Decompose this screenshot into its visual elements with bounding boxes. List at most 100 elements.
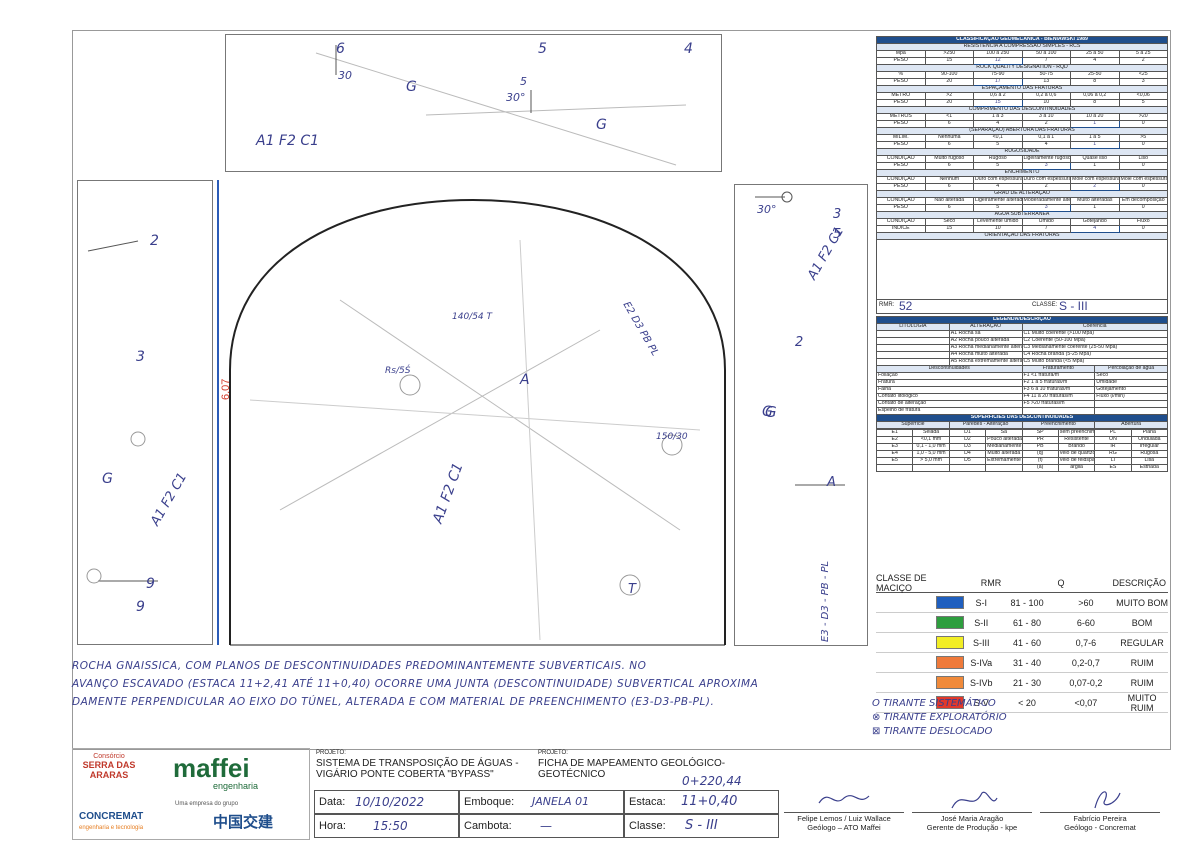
projeto2-label: PROJETO: (538, 750, 568, 756)
surface-cell: ES (1094, 463, 1132, 472)
cell-selected: 3 (1021, 161, 1071, 170)
cell: 50 a 100 (1021, 49, 1071, 58)
cell: 0 (1118, 182, 1168, 191)
notes-line-1: ROCHA GNAISSICA, COM PLANOS DE DESCONTIN… (72, 660, 647, 672)
logo1-small: Consórcio (93, 753, 125, 760)
cell: 75-90 (973, 70, 1023, 79)
surface-cell: Brando (1057, 442, 1096, 451)
cell: PESO (876, 140, 926, 149)
surface-cell: sem preenchimento (1057, 428, 1096, 437)
surface-row: E4 1,0 - 5,0 mm D4 Muito alterada (q) veio de… (875, 449, 1169, 458)
cell: METROS (876, 112, 926, 121)
cell: 25 a 50 (1070, 49, 1120, 58)
cell-selected: 2 (1070, 182, 1120, 191)
hora-label: Hora: (319, 820, 346, 832)
surface-cell: (a) (1021, 463, 1059, 472)
data-field: Data: 10/10/2022 (314, 790, 459, 814)
signature-3-scribble (1094, 791, 1121, 809)
cell: CONDIÇÃO (876, 175, 926, 184)
alt-header: GRAU DE ALTERAÇÃO (876, 189, 1168, 198)
agua-header: ÁGUA SUBTERRÂNEA (876, 210, 1168, 219)
notes-line-2: AVANÇO ESCAVADO (ESTACA 11+2,41 ATÉ 11+0… (72, 678, 759, 690)
class-rmr: 41 - 60 (1013, 637, 1042, 648)
surface-cell: Plana (1130, 428, 1169, 437)
emboque-label: Emboque: (464, 796, 515, 808)
cell: F5 >20 fraturas/m (1021, 399, 1096, 408)
cell: 0,2 a 0,6 (1021, 91, 1071, 100)
sep-header: (SEPARAÇÃO) ABERTURA DAS FRATURAS (876, 126, 1168, 135)
cell: A1 Rocha sã (948, 329, 1023, 338)
right-mark-6: A (827, 475, 836, 490)
sig1-role: Geólogo – ATO Maffei (807, 823, 881, 832)
cell: A3 Rocha medianamente alterada (948, 343, 1023, 352)
cell-selected: 4 (1070, 224, 1120, 233)
class-q: >60 (1078, 597, 1094, 608)
surface-row: E5> 5,0 mmD5Extremamente alterada(f)veio… (875, 456, 1169, 465)
right-mark-5: G (765, 403, 777, 421)
cell: >250 (924, 49, 974, 58)
cell: CONDIÇÃO (876, 196, 926, 205)
surface-table: E1SeladaD1SãSPsem preenchimentoPLPlanaE2… (875, 428, 1169, 472)
cell: 4 (1021, 140, 1071, 149)
surface-cell: Rugosa (1130, 449, 1169, 458)
cell: CONDIÇÃO (876, 154, 926, 163)
cell: Nenhum (924, 175, 974, 184)
class-swatch (936, 676, 964, 689)
left-sketch-panel: 2 3 9 9 G A1 F2 C1 (77, 180, 213, 645)
cell: 3 a 10 (1021, 112, 1071, 121)
left-mark-1: 2 (150, 233, 159, 249)
cell: Ligeiramente alteradas (973, 196, 1023, 205)
cell: <1 (924, 112, 974, 121)
extra-value: 0+220,44 (682, 774, 742, 788)
cell: Duro com espessura <5mm (973, 175, 1023, 184)
cell-selected: 12 (973, 56, 1023, 65)
cell-selected: 17 (973, 77, 1023, 86)
cell: Contato de alteração (876, 399, 1023, 408)
logo3-sub: engenharia e tecnologia (79, 825, 144, 831)
cell: C2 Coerente (50-100 Mpa) (1021, 336, 1168, 345)
top-sketch-drawing (315, 45, 687, 166)
cell: 5 (973, 140, 1023, 149)
cell: 0 (1118, 119, 1168, 128)
class-q: 0,7-6 (1075, 637, 1097, 648)
surface-cell: E3 (875, 442, 914, 451)
emboque-value: JANELA 01 (532, 795, 590, 808)
cell: A5 Rocha extremamente alterada (948, 357, 1023, 366)
left-mark-5: G (102, 471, 113, 487)
cell: 6 (924, 161, 974, 170)
class-swatch (936, 596, 964, 609)
cell: 8 (1070, 77, 1120, 86)
cell: PESO (876, 77, 926, 86)
cell: Liso (1118, 154, 1168, 163)
cell: 5 (973, 161, 1023, 170)
signature-1: Felipe Lemos / Luiz Wallace Geólogo – AT… (784, 788, 904, 832)
cell: Mole com espessura <5mm (1070, 175, 1120, 184)
top-mark-4: G (406, 79, 417, 95)
surface-cell: D2 (948, 435, 987, 444)
cell: Contato litológico (876, 392, 1023, 401)
cell: Ligeiramente rugoso (1021, 154, 1071, 163)
right-mark-4: 2 (795, 335, 804, 350)
class-q: 0,07-0,2 (1069, 677, 1103, 688)
cell: A4 Rocha muito alterada (948, 350, 1023, 359)
cell: C4 Rocha branda (5-25 Mpa) (1021, 350, 1168, 359)
cell: Superfície (876, 420, 950, 429)
cell: Nenhuma (924, 133, 974, 142)
cell: 2 (1118, 56, 1168, 65)
cell: Falha (876, 385, 1023, 394)
dimension-line (217, 180, 219, 645)
estaca-field: Estaca: 11+0,40 (624, 790, 779, 814)
cell: 1 (1070, 203, 1120, 212)
cell: 0,6 a 2 (973, 91, 1023, 100)
cell-selected: 1 (1070, 119, 1120, 128)
surface-cell: Extremamente alterada (985, 456, 1023, 465)
cell: Coerência (1021, 322, 1168, 331)
class-row: S-II 61 - 80 6-60 BOM (876, 613, 1168, 633)
signature-2-scribble (951, 791, 998, 809)
esp-header: ESPAÇAMENTO DAS FRATURAS (876, 84, 1168, 93)
class-cls: S-III (972, 637, 990, 648)
cambota-field: Cambota: — (459, 814, 624, 838)
cell: F4 11 a 20 fraturas/m (1021, 392, 1096, 401)
cell: 6 (924, 119, 974, 128)
surface-cell: Pouco alterada (985, 435, 1023, 444)
